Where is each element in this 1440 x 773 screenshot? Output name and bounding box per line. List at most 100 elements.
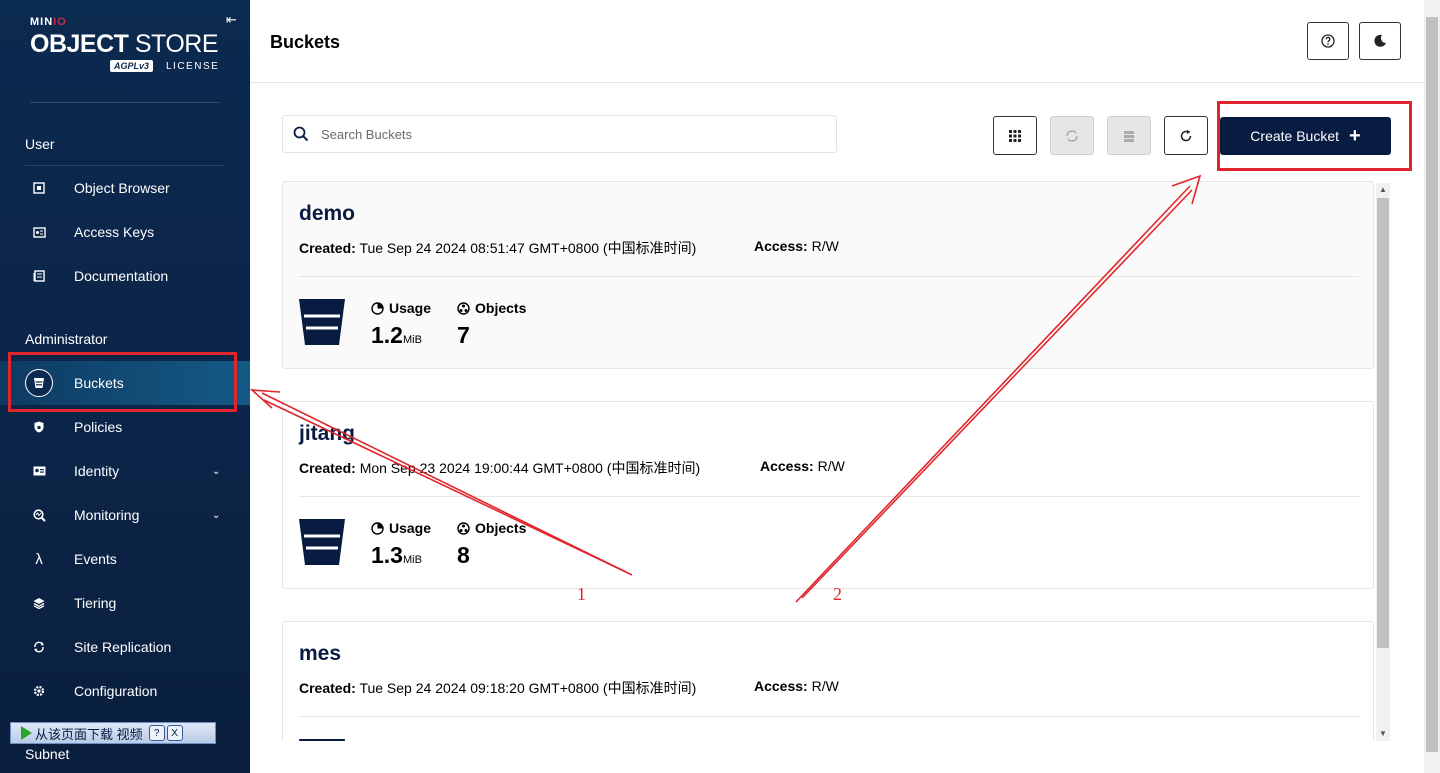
divider bbox=[299, 496, 1359, 497]
annotation-label-2: 2 bbox=[833, 584, 842, 604]
policy-shield-icon bbox=[30, 418, 48, 436]
scroll-down-icon[interactable]: ▼ bbox=[1379, 729, 1387, 738]
select-multiple-button[interactable] bbox=[993, 116, 1037, 155]
usage-label: Usage bbox=[371, 300, 431, 316]
access-keys-icon bbox=[30, 223, 48, 241]
sidebar-section-subnet[interactable]: Subnet bbox=[25, 746, 69, 762]
bucket-icon bbox=[299, 299, 345, 345]
play-icon bbox=[21, 726, 32, 740]
refresh-button[interactable] bbox=[1164, 116, 1208, 155]
sidebar-item-label: Identity bbox=[74, 463, 120, 479]
search-icon bbox=[293, 126, 309, 142]
dark-mode-button[interactable] bbox=[1359, 22, 1401, 60]
bucket-access: Access: R/W bbox=[760, 458, 845, 474]
scroll-up-icon[interactable]: ▲ bbox=[1379, 185, 1387, 194]
page-scrollbar-thumb[interactable] bbox=[1426, 17, 1438, 752]
usage-value: 1.2MiB bbox=[371, 322, 422, 348]
divider bbox=[30, 102, 220, 103]
sidebar-item-label: Monitoring bbox=[74, 507, 140, 523]
bucket-created: Created: Mon Sep 23 2024 19:00:44 GMT+08… bbox=[299, 460, 701, 476]
lambda-icon: λ bbox=[35, 550, 43, 568]
bucket-card-jitang[interactable]: jitang Created: Mon Sep 23 2024 19:00:44… bbox=[282, 401, 1374, 589]
bucket-access: Access: R/W bbox=[754, 678, 839, 694]
sidebar-item-identity[interactable]: Identity ⌄ bbox=[0, 449, 250, 493]
usage-label: Usage bbox=[371, 520, 431, 536]
annotation-label-1: 1 bbox=[577, 584, 586, 604]
sidebar-item-monitoring[interactable]: Monitoring ⌄ bbox=[0, 493, 250, 537]
sidebar-item-label: Access Keys bbox=[74, 224, 155, 240]
objects-label: Objects bbox=[457, 520, 526, 536]
sidebar-item-label: Policies bbox=[74, 419, 123, 435]
set-lifecycle-button[interactable] bbox=[1107, 116, 1151, 155]
sidebar-item-label: Configuration bbox=[74, 683, 158, 699]
bucket-icon bbox=[299, 739, 345, 741]
collapse-sidebar-icon[interactable]: ⇤ bbox=[226, 12, 237, 28]
bucket-access: Access: R/W bbox=[754, 238, 839, 254]
chevron-down-icon[interactable]: ⌄ bbox=[212, 510, 220, 521]
help-circle-icon bbox=[1321, 34, 1335, 48]
set-replication-button[interactable] bbox=[1050, 116, 1094, 155]
gear-icon bbox=[30, 682, 48, 700]
pie-chart-icon bbox=[371, 521, 384, 535]
bucket-name[interactable]: mes bbox=[299, 642, 341, 666]
search-input[interactable] bbox=[319, 125, 803, 143]
minio-logo[interactable]: MINIO OBJECT STORE AGPLv3 LICENSE bbox=[30, 16, 230, 86]
pie-chart-icon bbox=[371, 301, 384, 315]
divider bbox=[299, 276, 1359, 277]
objects-icon bbox=[457, 521, 470, 535]
page-scrollbar[interactable] bbox=[1424, 0, 1440, 773]
page-header: Buckets bbox=[250, 0, 1424, 83]
refresh-icon bbox=[1180, 129, 1192, 141]
close-icon[interactable]: X bbox=[166, 725, 183, 741]
page-title: Buckets bbox=[270, 32, 341, 52]
sidebar-item-label: Object Browser bbox=[74, 180, 170, 196]
bucket-card-demo[interactable]: demo Created: Tue Sep 24 2024 08:51:47 G… bbox=[282, 181, 1374, 369]
sidebar-item-events[interactable]: λ Events bbox=[0, 537, 250, 581]
help-button[interactable] bbox=[1307, 22, 1349, 60]
objects-value: 8 bbox=[457, 542, 470, 568]
objects-label: Objects bbox=[457, 300, 526, 316]
search-buckets-field[interactable] bbox=[282, 115, 837, 153]
sidebar-item-object-browser[interactable]: Object Browser bbox=[0, 166, 250, 210]
logo-license: LICENSE bbox=[166, 61, 220, 72]
annotation-highlight-buckets bbox=[8, 352, 237, 412]
sidebar-item-label: Documentation bbox=[74, 268, 169, 284]
sidebar-item-tiering[interactable]: Tiering bbox=[0, 581, 250, 625]
help-icon[interactable]: ? bbox=[148, 725, 165, 741]
logo-product: OBJECT STORE bbox=[30, 30, 219, 58]
layers-icon bbox=[30, 594, 48, 612]
sidebar-item-documentation[interactable]: Documentation bbox=[0, 254, 250, 298]
documentation-icon bbox=[30, 267, 48, 285]
list-scrollbar-thumb[interactable] bbox=[1377, 198, 1389, 648]
monitoring-icon bbox=[30, 506, 48, 524]
bucket-list: demo Created: Tue Sep 24 2024 08:51:47 G… bbox=[282, 181, 1391, 741]
replication-icon bbox=[1066, 129, 1078, 142]
objects-value: 7 bbox=[457, 322, 470, 348]
sidebar-item-configuration[interactable]: Configuration bbox=[0, 669, 250, 713]
download-bar-label[interactable]: 从该页面下载 视频 bbox=[35, 724, 143, 743]
lifecycle-icon bbox=[1124, 130, 1134, 142]
logo-brand: MINIO bbox=[30, 16, 67, 28]
sidebar-item-label: Events bbox=[74, 551, 117, 567]
video-download-bar[interactable]: 从该页面下载 视频 ? X bbox=[10, 722, 216, 744]
sidebar-item-site-replication[interactable]: Site Replication bbox=[0, 625, 250, 669]
annotation-arrowhead-1 bbox=[249, 389, 281, 409]
objects-icon bbox=[457, 301, 470, 315]
sidebar-item-label: Tiering bbox=[74, 595, 117, 611]
annotation-highlight-create-bucket bbox=[1217, 101, 1412, 171]
bucket-card-mes[interactable]: mes Created: Tue Sep 24 2024 09:18:20 GM… bbox=[282, 621, 1374, 741]
bucket-name[interactable]: jitang bbox=[299, 422, 355, 446]
replication-icon bbox=[30, 638, 48, 656]
bucket-created: Created: Tue Sep 24 2024 08:51:47 GMT+08… bbox=[299, 240, 697, 256]
chevron-down-icon[interactable]: ⌄ bbox=[212, 466, 220, 477]
sidebar-item-label: Site Replication bbox=[74, 639, 172, 655]
sidebar-item-access-keys[interactable]: Access Keys bbox=[0, 210, 250, 254]
bucket-icon bbox=[299, 519, 345, 565]
divider bbox=[299, 716, 1359, 717]
section-title-administrator: Administrator bbox=[25, 331, 108, 347]
moon-icon bbox=[1374, 34, 1386, 47]
bucket-name[interactable]: demo bbox=[299, 202, 355, 226]
grid-icon bbox=[1009, 129, 1021, 142]
object-browser-icon bbox=[30, 179, 48, 197]
usage-value: 1.3MiB bbox=[371, 542, 422, 568]
